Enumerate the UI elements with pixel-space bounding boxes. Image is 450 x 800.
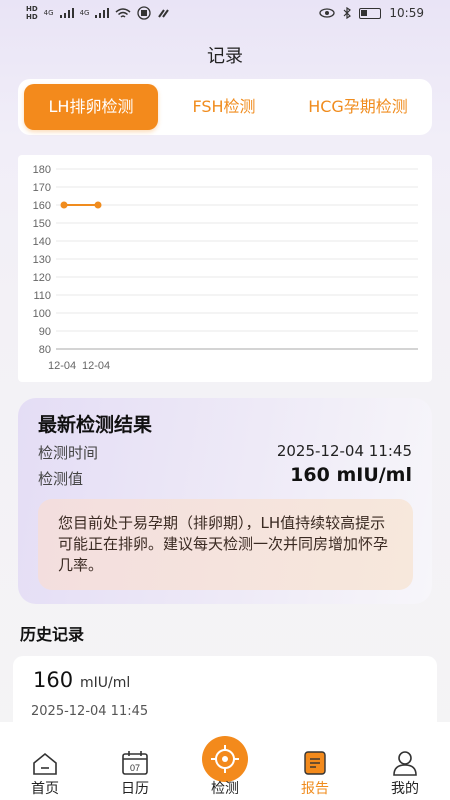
tab-hcg[interactable]: HCG孕期检测 bbox=[288, 84, 428, 130]
nav-profile[interactable]: 我的 bbox=[360, 722, 450, 800]
signal-icon bbox=[59, 8, 74, 18]
x-tick-label: 12-04 bbox=[82, 360, 110, 372]
y-tick-label: 140 bbox=[33, 236, 51, 248]
y-tick-label: 130 bbox=[33, 254, 51, 266]
nav-home[interactable]: 首页 bbox=[0, 722, 90, 800]
signal-icon-2 bbox=[95, 8, 110, 18]
data-point bbox=[60, 201, 68, 209]
lh-chart-card: 180 170 160 150 140 130 120 110 100 90 80 12-04 12-0… bbox=[18, 155, 432, 382]
wifi-icon bbox=[115, 8, 131, 18]
nav-scan-label: 检测 bbox=[211, 781, 239, 797]
status-bar: HD HD 4G 4G 10:59 bbox=[0, 0, 450, 30]
page-title: 记录 bbox=[207, 46, 243, 67]
y-tick-label: 150 bbox=[33, 218, 51, 230]
battery-icon bbox=[359, 7, 382, 19]
clock: 10:59 bbox=[389, 6, 424, 20]
status-right: 10:59 bbox=[319, 6, 424, 20]
y-tick-label: 180 bbox=[33, 164, 51, 176]
scan-button[interactable] bbox=[202, 736, 248, 782]
status-left: HD HD 4G 4G bbox=[26, 5, 171, 21]
nav-profile-label: 我的 bbox=[391, 781, 419, 797]
history-title: 历史记录 bbox=[20, 625, 85, 644]
calendar-day-text: 07 bbox=[130, 763, 140, 773]
network-type-2: 4G bbox=[79, 9, 90, 17]
y-tick-label: 80 bbox=[39, 344, 51, 356]
nav-report-label: 报告 bbox=[301, 781, 329, 797]
history-value: 160 bbox=[33, 668, 74, 692]
nfc-icon bbox=[137, 6, 152, 20]
nav-home-label: 首页 bbox=[31, 781, 59, 797]
y-tick-label: 100 bbox=[33, 308, 51, 320]
nav-calendar[interactable]: 07 日历 bbox=[90, 722, 180, 800]
lh-line-chart: 180 170 160 150 140 130 120 110 100 90 80 12-04 12-0… bbox=[33, 164, 418, 372]
x-tick-label: 12-04 bbox=[48, 360, 76, 372]
history-unit: mIU/ml bbox=[80, 675, 131, 691]
nav-report[interactable]: 报告 bbox=[270, 722, 360, 800]
y-tick-label: 120 bbox=[33, 272, 51, 284]
latest-result-title: 最新检测结果 bbox=[38, 414, 153, 436]
test-time-value: 2025-12-04 11:45 bbox=[276, 442, 412, 460]
network-type-1: 4G bbox=[43, 9, 54, 17]
y-tick-label: 170 bbox=[33, 182, 51, 194]
home-icon bbox=[33, 752, 57, 775]
tab-fsh[interactable]: FSH检测 bbox=[170, 84, 278, 130]
y-tick-label: 90 bbox=[39, 326, 51, 338]
link-icon bbox=[158, 9, 170, 18]
advice-box: 您目前处于易孕期（排卵期），LH值持续较高提示可能正在排卵。建议每天检测一次并同… bbox=[38, 499, 413, 590]
y-tick-label: 160 bbox=[33, 200, 51, 212]
scan-icon bbox=[211, 745, 239, 773]
test-type-tabs: LH排卵检测 FSH检测 HCG孕期检测 bbox=[18, 79, 432, 135]
test-time-label: 检测时间 bbox=[38, 444, 99, 462]
bottom-nav: 首页 07 日历 检测 报告 我的 bbox=[0, 722, 450, 800]
eye-icon bbox=[319, 8, 336, 18]
test-value-label: 检测值 bbox=[38, 470, 84, 488]
report-icon bbox=[304, 751, 326, 775]
hd-indicator: HD HD bbox=[26, 5, 38, 21]
nav-scan[interactable]: 检测 bbox=[180, 722, 270, 800]
history-time: 2025-12-04 11:45 bbox=[31, 704, 149, 719]
tab-lh[interactable]: LH排卵检测 bbox=[24, 84, 158, 130]
data-point bbox=[94, 201, 102, 209]
nav-calendar-label: 日历 bbox=[121, 781, 149, 797]
bluetooth-icon bbox=[343, 7, 352, 19]
latest-result-card: 最新检测结果 检测时间 2025-12-04 11:45 检测值 160 mIU… bbox=[18, 398, 432, 604]
calendar-icon: 07 bbox=[122, 751, 148, 775]
test-value: 160 mIU/ml bbox=[290, 464, 412, 486]
y-tick-label: 110 bbox=[33, 290, 51, 302]
profile-icon bbox=[393, 751, 417, 776]
